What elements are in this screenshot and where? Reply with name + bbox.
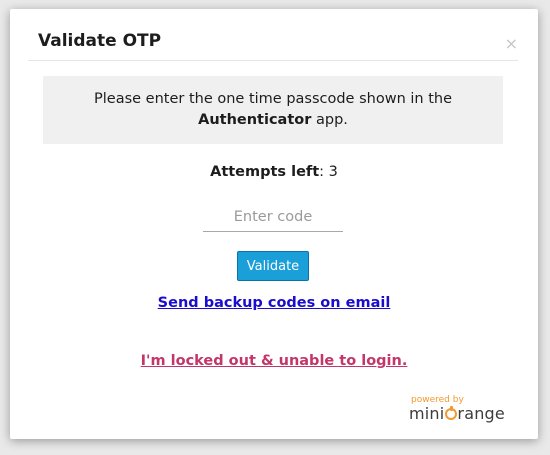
notice-text-after: app. [311, 112, 348, 128]
brand-name-prefix: mini [409, 404, 445, 423]
brand-name: mini range [409, 404, 505, 423]
validate-otp-modal: Validate OTP × Please enter the one time… [10, 9, 538, 439]
attempts-label: Attempts left [210, 164, 320, 180]
brand-name-suffix: range [457, 404, 505, 423]
notice-app-name: Authenticator [198, 112, 312, 128]
notice-text: Please enter the one time passcode shown… [94, 91, 452, 107]
attempts-left: Attempts left: 3 [10, 164, 538, 180]
miniorange-logo: powered by mini range [409, 395, 509, 425]
attempts-count: 3 [328, 164, 338, 180]
locked-out-link[interactable]: I'm locked out & unable to login. [10, 353, 538, 369]
validate-button[interactable]: Validate [237, 251, 309, 281]
modal-header: Validate OTP × [28, 9, 518, 61]
modal-title: Validate OTP [38, 31, 162, 51]
otp-code-input[interactable] [203, 203, 343, 232]
send-backup-codes-link[interactable]: Send backup codes on email [10, 295, 538, 311]
instruction-notice: Please enter the one time passcode shown… [43, 76, 503, 144]
close-icon[interactable]: × [505, 36, 518, 52]
orange-power-icon [445, 406, 458, 420]
attempts-separator: : [319, 164, 329, 180]
